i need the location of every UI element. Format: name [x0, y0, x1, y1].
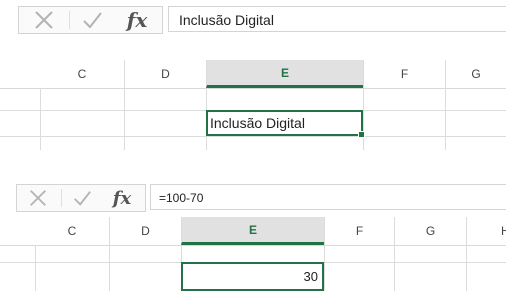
column-header-c[interactable]: C [40, 60, 124, 88]
fx-icon: fx [126, 8, 148, 32]
x-icon [35, 11, 53, 29]
column-header-g[interactable]: G [445, 60, 506, 88]
cell-grid: 30 [0, 245, 506, 291]
gridline [0, 136, 506, 137]
gridline [124, 88, 125, 150]
fx-icon: fx [112, 187, 132, 209]
cancel-button[interactable] [23, 185, 53, 211]
cell-value: Inclusão Digital [210, 115, 305, 131]
column-header-g[interactable]: G [394, 217, 466, 245]
cancel-button[interactable] [27, 7, 61, 33]
active-cell[interactable]: 30 [181, 262, 324, 291]
cell-grid: Inclusão Digital [0, 88, 506, 150]
column-headers: C D E F G [0, 60, 506, 89]
column-header-f[interactable]: F [363, 60, 445, 88]
formula-separator [61, 189, 62, 207]
gridline [109, 245, 110, 291]
insert-function-button[interactable]: fx [103, 185, 141, 211]
column-header-c[interactable]: C [35, 217, 109, 245]
gridline [466, 245, 467, 291]
gridline [363, 88, 364, 150]
column-header-e[interactable]: E [206, 60, 363, 88]
spreadsheet-panel-text: fx Inclusão Digital C D E F G Inclusão D… [0, 0, 506, 150]
column-headers: C D E F G H [0, 217, 506, 246]
fill-handle[interactable] [358, 131, 365, 138]
formula-bar: fx Inclusão Digital [0, 0, 506, 40]
column-header-d[interactable]: D [109, 217, 181, 245]
formula-input[interactable]: =100-70 [150, 184, 506, 210]
gridline [324, 245, 325, 291]
gridline [445, 88, 446, 150]
x-icon [30, 190, 46, 206]
formula-input[interactable]: Inclusão Digital [168, 6, 506, 32]
column-header-h[interactable]: H [466, 217, 506, 245]
insert-function-button[interactable]: fx [117, 7, 157, 33]
formula-bar: fx =100-70 [0, 181, 506, 215]
gridline [394, 245, 395, 291]
checkmark-icon [83, 12, 102, 29]
gridline [35, 245, 36, 291]
active-cell[interactable]: Inclusão Digital [206, 110, 365, 138]
checkmark-icon [74, 191, 91, 206]
column-header-e[interactable]: E [181, 217, 324, 245]
cell-value: 30 [303, 269, 318, 284]
gridline [40, 88, 41, 150]
enter-button[interactable] [75, 7, 109, 33]
column-header-d[interactable]: D [124, 60, 206, 88]
column-header-f[interactable]: F [324, 217, 394, 245]
formula-bar-buttons: fx [18, 6, 163, 34]
formula-bar-buttons: fx [16, 184, 146, 212]
formula-separator [69, 11, 70, 29]
spreadsheet-panel-formula: fx =100-70 C D E F G H 30 [0, 181, 506, 291]
enter-button[interactable] [67, 185, 97, 211]
